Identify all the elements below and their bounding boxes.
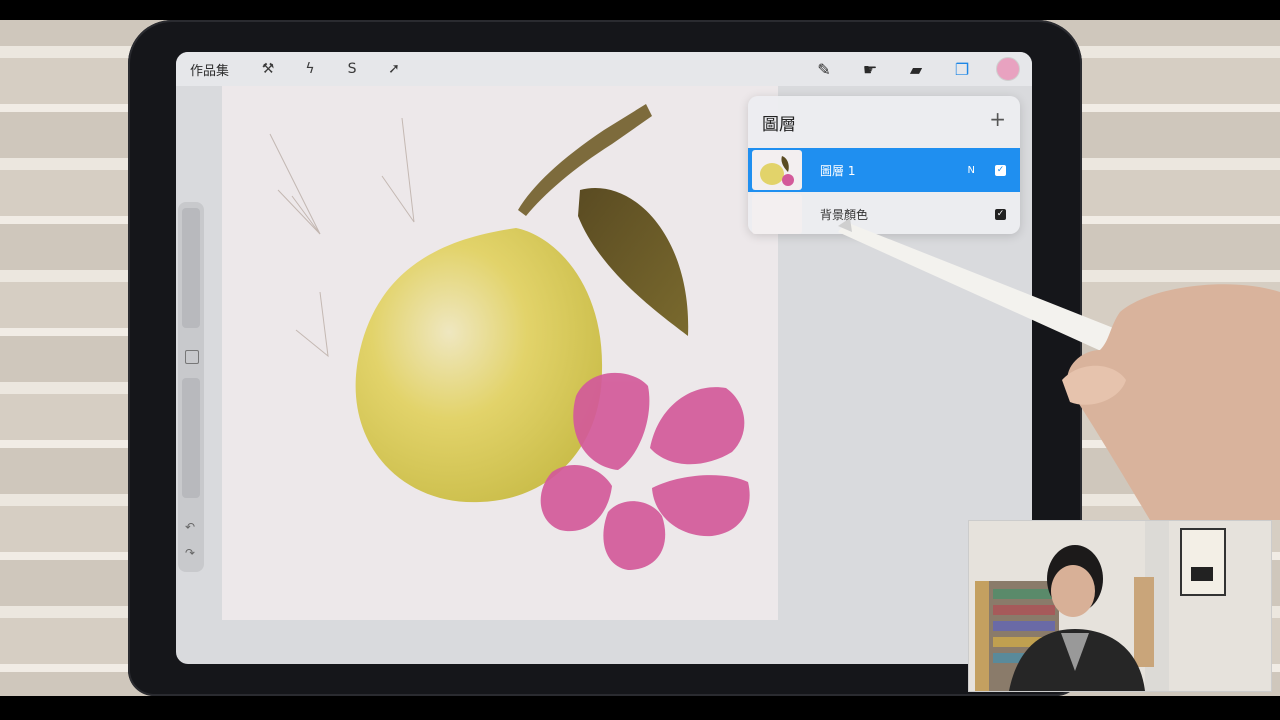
layer-thumbnail xyxy=(752,150,802,190)
layers-icon[interactable]: ❐ xyxy=(950,60,974,79)
brush-size-slider[interactable] xyxy=(182,208,200,328)
magic-wand-icon[interactable]: ϟ xyxy=(289,61,331,77)
layer-name: 背景顏色 xyxy=(820,207,869,222)
opacity-slider[interactable] xyxy=(182,378,200,498)
procreate-screen: 作品集 ⚒ ϟ S ➚ ✎ ☛ ▰ ❐ ↶ ↷ 圖層 + 圖層 1 N ✓ 背景… xyxy=(176,52,1032,664)
ipad-frame: 作品集 ⚒ ϟ S ➚ ✎ ☛ ▰ ❐ ↶ ↷ 圖層 + 圖層 1 N ✓ 背景… xyxy=(128,20,1082,696)
layer-thumbnail xyxy=(752,194,802,234)
blend-mode-indicator[interactable]: N xyxy=(968,165,975,176)
layers-panel-title: 圖層 xyxy=(762,115,796,135)
selection-icon[interactable]: S xyxy=(331,61,373,77)
redo-icon[interactable]: ↷ xyxy=(185,546,195,560)
modify-button[interactable] xyxy=(185,350,199,364)
layer-row-layer-1[interactable]: 圖層 1 N ✓ xyxy=(748,148,1020,192)
artwork xyxy=(269,104,750,570)
top-toolbar: 作品集 ⚒ ϟ S ➚ ✎ ☛ ▰ ❐ xyxy=(176,52,1032,86)
undo-icon[interactable]: ↶ xyxy=(185,520,195,534)
gallery-button[interactable]: 作品集 xyxy=(190,60,229,79)
layers-panel: 圖層 + 圖層 1 N ✓ 背景顏色 ✓ xyxy=(748,96,1020,234)
eraser-icon[interactable]: ▰ xyxy=(904,60,928,79)
visibility-checkbox[interactable]: ✓ xyxy=(995,208,1006,220)
layer-name: 圖層 1 xyxy=(820,163,856,178)
webcam-overlay xyxy=(968,520,1272,692)
brush-icon[interactable]: ✎ xyxy=(812,60,836,79)
video-letterbox-top xyxy=(0,0,1280,20)
video-letterbox-bottom xyxy=(0,696,1280,720)
right-tools: ✎ ☛ ▰ ❐ xyxy=(812,52,1020,86)
left-sidebar: ↶ ↷ xyxy=(178,202,204,572)
lemon-body xyxy=(355,228,603,503)
wrench-icon[interactable]: ⚒ xyxy=(247,61,289,77)
drawing-canvas[interactable] xyxy=(222,86,778,620)
color-picker-button[interactable] xyxy=(996,57,1020,81)
add-layer-button[interactable]: + xyxy=(989,107,1006,131)
layer-row-background-color[interactable]: 背景顏色 ✓ xyxy=(748,192,1020,236)
transform-arrow-icon[interactable]: ➚ xyxy=(373,61,415,77)
smudge-icon[interactable]: ☛ xyxy=(858,60,882,79)
visibility-checkbox[interactable]: ✓ xyxy=(995,164,1006,176)
